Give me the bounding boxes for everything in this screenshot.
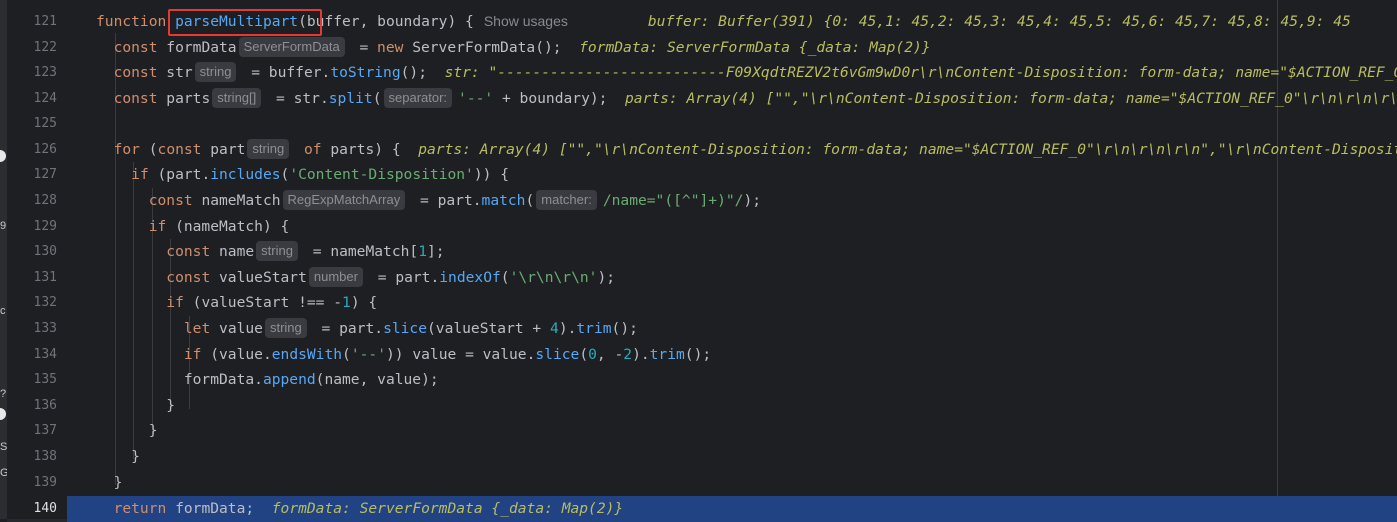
line-number[interactable]: 134 [7, 342, 57, 368]
line-number[interactable]: 122 [7, 35, 57, 61]
line-number[interactable]: 121 [7, 9, 57, 35]
line-number[interactable]: 126 [7, 137, 57, 163]
inlay-value: buffer: Buffer(391) {0: 45,1: 45,2: 45,3… [647, 13, 1351, 30]
type-hint: string [256, 241, 298, 261]
inlay-value: formData: ServerFormData {_data: Map(2)} [579, 39, 931, 56]
inlay-value: formData: ServerFormData {_data: Map(2)} [271, 500, 624, 517]
type-hint: number [308, 267, 363, 287]
show-usages-link[interactable]: Show usages [484, 13, 568, 29]
inlay-value: parts: Array(4) ["","\r\nContent-Disposi… [625, 90, 1397, 107]
type-hint: string [194, 62, 237, 82]
line-number[interactable]: 129 [7, 214, 57, 240]
line-number[interactable]: 135 [7, 367, 57, 393]
line-number[interactable]: 137 [7, 418, 57, 444]
inlay-value: str: "--------------------------F09XqdtR… [444, 64, 1397, 81]
type-hint: ServerFormData [238, 37, 345, 57]
side-char: 9 [0, 220, 7, 232]
line-number[interactable]: 128 [7, 188, 57, 214]
param-hint: separator: [383, 88, 453, 108]
line-number[interactable]: 123 [7, 60, 57, 86]
line-number[interactable]: 138 [7, 444, 57, 470]
type-hint: RegExpMatchArray [282, 190, 406, 210]
line-number[interactable]: 131 [7, 265, 57, 291]
side-char: c [0, 305, 6, 317]
line-number[interactable]: 136 [7, 393, 57, 419]
type-hint: string[] [212, 88, 262, 108]
code-editor[interactable]: function parseMultipart(buffer, boundary… [67, 0, 1397, 522]
side-char: ? [0, 388, 7, 400]
symbol-highlight-box [168, 9, 322, 36]
line-number[interactable]: 132 [7, 290, 57, 316]
line-number-gutter[interactable]: 121 122 123 124 125 126 127 128 129 130 131 132 133 1… [7, 0, 67, 519]
param-hint: matcher: [536, 190, 597, 210]
line-number[interactable]: 127 [7, 162, 57, 188]
type-hint: string [264, 318, 307, 338]
type-hint: string [247, 139, 290, 159]
line-number[interactable]: 124 [7, 86, 57, 112]
line-number[interactable]: 140 [7, 496, 57, 522]
line-number[interactable]: 133 [7, 316, 57, 342]
inlay-value: parts: Array(4) ["","\r\nContent-Disposi… [418, 141, 1397, 158]
line-number[interactable]: 139 [7, 470, 57, 496]
line-number[interactable]: 125 [7, 111, 57, 137]
line-number[interactable]: 130 [7, 239, 57, 265]
